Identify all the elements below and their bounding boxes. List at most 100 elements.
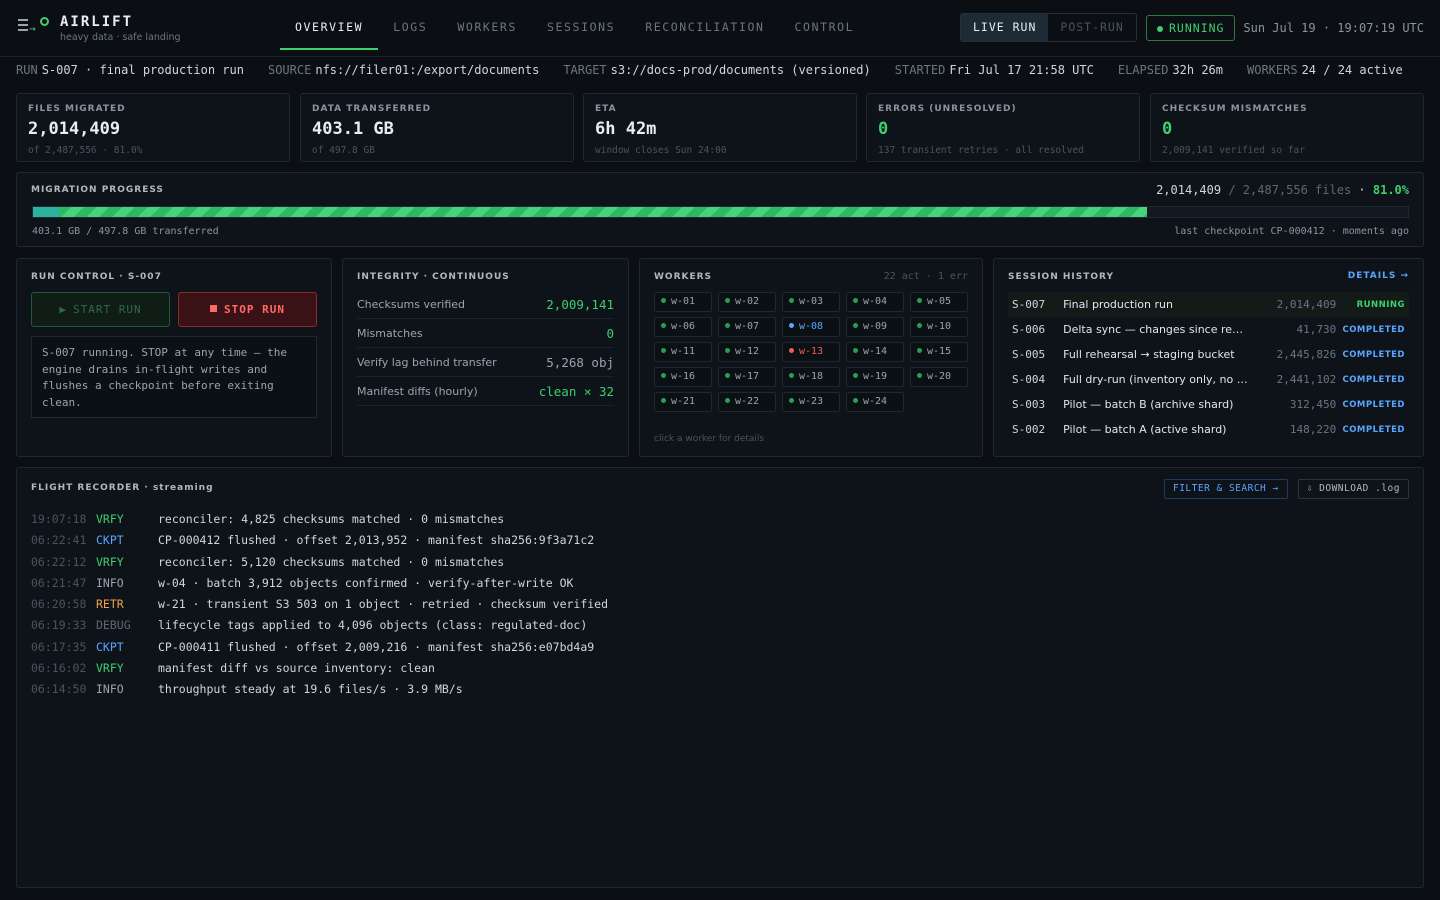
stop-run-button[interactable]: STOP RUN	[178, 292, 317, 327]
worker-w-12[interactable]: w-12	[718, 342, 776, 362]
progress-bar	[32, 206, 1409, 218]
worker-status-dot-icon	[789, 323, 794, 328]
worker-w-03[interactable]: w-03	[782, 292, 840, 312]
worker-status-dot-icon	[661, 373, 666, 378]
mode-post-run-button[interactable]: POST-RUN	[1048, 14, 1135, 41]
source-value: nfs://filer01:/export/documents	[315, 63, 540, 77]
progress-done: 2,014,409	[1156, 183, 1222, 197]
app-logo[interactable]: → AIRLIFT heavy data · safe landing	[16, 14, 181, 43]
session-row[interactable]: S-005 Full rehearsal → staging bucket 2,44…	[1008, 342, 1409, 367]
worker-w-23[interactable]: w-23	[782, 392, 840, 412]
log-level: VRFY	[96, 661, 124, 676]
worker-w-14[interactable]: w-14	[846, 342, 904, 362]
session-name: Delta sync — changes since rehearsal	[1063, 323, 1250, 336]
worker-w-24[interactable]: w-24	[846, 392, 904, 412]
worker-w-06[interactable]: w-06	[654, 317, 712, 337]
filter-search-button[interactable]: FILTER & SEARCH →	[1163, 479, 1288, 499]
stat-title: CHECKSUM MISMATCHES	[1162, 104, 1308, 114]
started-value: Fri Jul 17 21:58 UTC	[949, 63, 1094, 77]
tab-overview[interactable]: OVERVIEW	[280, 0, 379, 50]
log-list: 19:07:18 VRFY reconciler: 4,825 checksums …	[31, 509, 1409, 701]
target-label: TARGET	[563, 63, 607, 77]
tab-logs[interactable]: LOGS	[378, 0, 442, 50]
session-history-panel: SESSION HISTORY DETAILS → S-007 Final pro…	[993, 258, 1424, 457]
worker-w-16[interactable]: w-16	[654, 367, 712, 387]
worker-status-dot-icon	[789, 348, 794, 353]
log-timestamp: 06:20:58	[31, 597, 87, 612]
progress-transferred: 403.1 GB / 497.8 GB transferred	[32, 226, 219, 237]
flight-title-sub: · streaming	[144, 483, 214, 493]
session-row[interactable]: S-002 Pilot — batch A (active shard) 148,2…	[1008, 417, 1409, 442]
worker-id: w-15	[927, 346, 952, 357]
session-name: Pilot — batch B (archive shard)	[1063, 398, 1234, 411]
worker-w-04[interactable]: w-04	[846, 292, 904, 312]
sessions-details-link[interactable]: DETAILS →	[1348, 271, 1409, 281]
worker-w-22[interactable]: w-22	[718, 392, 776, 412]
session-row[interactable]: S-007 Final production run 2,014,409 RUNNIN…	[1008, 292, 1409, 317]
worker-id: w-06	[671, 321, 696, 332]
worker-w-21[interactable]: w-21	[654, 392, 712, 412]
worker-id: w-17	[735, 371, 760, 382]
tab-workers[interactable]: WORKERS	[442, 0, 532, 50]
started-label: STARTED	[894, 63, 946, 77]
log-message: CP-000412 flushed · offset 2,013,952 · m…	[158, 533, 595, 548]
worker-w-15[interactable]: w-15	[910, 342, 968, 362]
log-row: 06:22:41 CKPT CP-000412 flushed · offset 2…	[31, 530, 1409, 551]
log-level: DEBUG	[96, 618, 131, 633]
workers-value: 24 / 24 active	[1301, 63, 1403, 77]
stat-value: 0	[1162, 119, 1173, 139]
run-info-workers: WORKERS 24 / 24 active	[1247, 63, 1403, 77]
worker-w-01[interactable]: w-01	[654, 292, 712, 312]
integrity-title: INTEGRITY · CONTINUOUS	[357, 272, 510, 282]
log-timestamp: 06:14:50	[31, 682, 87, 697]
worker-w-19[interactable]: w-19	[846, 367, 904, 387]
top-bar: → AIRLIFT heavy data · safe landing OVER…	[0, 0, 1440, 57]
log-message: CP-000411 flushed · offset 2,009,216 · m…	[158, 639, 595, 654]
integrity-panel: INTEGRITY · CONTINUOUS Checksums verifie…	[342, 258, 629, 457]
workers-label: WORKERS	[1247, 63, 1298, 77]
worker-w-09[interactable]: w-09	[846, 317, 904, 337]
start-run-button[interactable]: ▶ START RUN	[31, 292, 170, 327]
log-level: VRFY	[96, 512, 124, 526]
worker-w-05[interactable]: w-05	[910, 292, 968, 312]
run-info-target: TARGET s3://docs-prod/documents (versione…	[563, 63, 870, 77]
worker-id: w-23	[799, 396, 824, 407]
elapsed-value: 32h 26m	[1172, 63, 1223, 77]
integrity-row-verify-lag: Verify lag behind transfer 5,268 obj	[357, 348, 614, 377]
worker-w-18[interactable]: w-18	[782, 367, 840, 387]
tab-sessions[interactable]: SESSIONS	[532, 0, 630, 50]
worker-w-17[interactable]: w-17	[718, 367, 776, 387]
progress-sep: ·	[1358, 183, 1366, 197]
log-timestamp: 19:07:18	[31, 512, 87, 526]
main-nav: OVERVIEW LOGS WORKERS SESSIONS RECONCILI…	[280, 0, 869, 50]
worker-status-dot-icon	[917, 373, 922, 378]
sessions-list: S-007 Final production run 2,014,409 RUNNIN…	[1008, 292, 1409, 442]
session-count: 2,014,409	[1276, 298, 1337, 311]
progress-checkpoint: last checkpoint CP-000412 · moments ago	[1174, 226, 1409, 237]
worker-w-08[interactable]: w-08	[782, 317, 840, 337]
tab-control[interactable]: CONTROL	[780, 0, 870, 50]
tab-reconciliation[interactable]: RECONCILIATION	[630, 0, 779, 50]
worker-status-dot-icon	[853, 323, 858, 328]
stat-data-transferred: DATA TRANSFERRED 403.1 GB of 497.8 GB	[300, 93, 574, 162]
worker-w-13[interactable]: w-13	[782, 342, 840, 362]
worker-w-02[interactable]: w-02	[718, 292, 776, 312]
worker-w-10[interactable]: w-10	[910, 317, 968, 337]
worker-status-dot-icon	[661, 348, 666, 353]
app-tagline: heavy data · safe landing	[60, 32, 181, 43]
mode-live-button[interactable]: LIVE RUN	[961, 14, 1049, 41]
worker-w-11[interactable]: w-11	[654, 342, 712, 362]
worker-w-20[interactable]: w-20	[910, 367, 968, 387]
download-log-button[interactable]: ⇩ DOWNLOAD .log	[1297, 479, 1409, 499]
log-message: w-04 · batch 3,912 objects confirmed · v…	[158, 575, 574, 590]
session-row[interactable]: S-003 Pilot — batch B (archive shard) 312,…	[1008, 392, 1409, 417]
session-row[interactable]: S-004 Full dry-run (inventory only, no wr…	[1008, 367, 1409, 392]
integrity-label: Checksums verified	[357, 297, 466, 311]
worker-w-07[interactable]: w-07	[718, 317, 776, 337]
log-row: 06:17:35 CKPT CP-000411 flushed · offset 2…	[31, 637, 1409, 658]
integrity-row-manifest-diffs: Manifest diffs (hourly) clean × 32	[357, 377, 614, 406]
worker-id: w-18	[799, 371, 824, 382]
stat-sub: window closes Sun 24:00	[595, 145, 727, 156]
session-id: S-003	[1012, 398, 1046, 411]
session-row[interactable]: S-006 Delta sync — changes since rehearsa…	[1008, 317, 1409, 342]
